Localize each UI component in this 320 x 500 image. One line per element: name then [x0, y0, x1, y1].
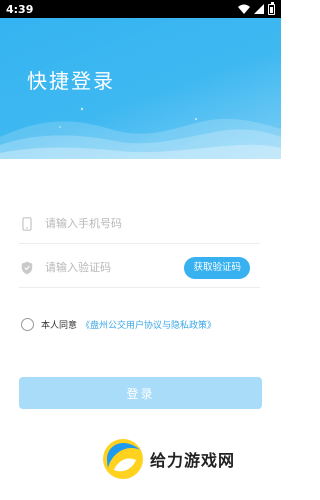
- agreement-prefix: 本人同意: [41, 321, 78, 331]
- watermark-text: 给力游戏网: [150, 451, 236, 470]
- wifi-icon: [238, 4, 250, 14]
- login-header: 快捷登录: [0, 18, 281, 159]
- agreement-row: 本人同意 《盘州公交用户协议与隐私政策》: [21, 318, 216, 331]
- get-code-button[interactable]: 获取验证码: [184, 257, 250, 279]
- signal-icon: [254, 4, 264, 14]
- phone-input[interactable]: [45, 217, 260, 230]
- status-time: 4:39: [6, 2, 34, 16]
- code-field: 获取验证码: [19, 248, 260, 288]
- watermark-logo-icon: [103, 439, 143, 479]
- wave-decoration: [0, 107, 281, 159]
- battery-icon: [268, 1, 275, 15]
- phone-icon: [19, 216, 35, 232]
- watermark: 给力游戏网: [102, 438, 235, 480]
- status-bar: 4:39: [0, 0, 281, 18]
- agree-checkbox[interactable]: [21, 318, 34, 331]
- login-button[interactable]: 登录: [19, 377, 262, 409]
- phone-field: [19, 204, 260, 244]
- status-icons: [238, 1, 275, 15]
- agreement-link[interactable]: 《盘州公交用户协议与隐私政策》: [81, 318, 216, 331]
- page-title: 快捷登录: [27, 69, 115, 93]
- shield-icon: [19, 260, 35, 276]
